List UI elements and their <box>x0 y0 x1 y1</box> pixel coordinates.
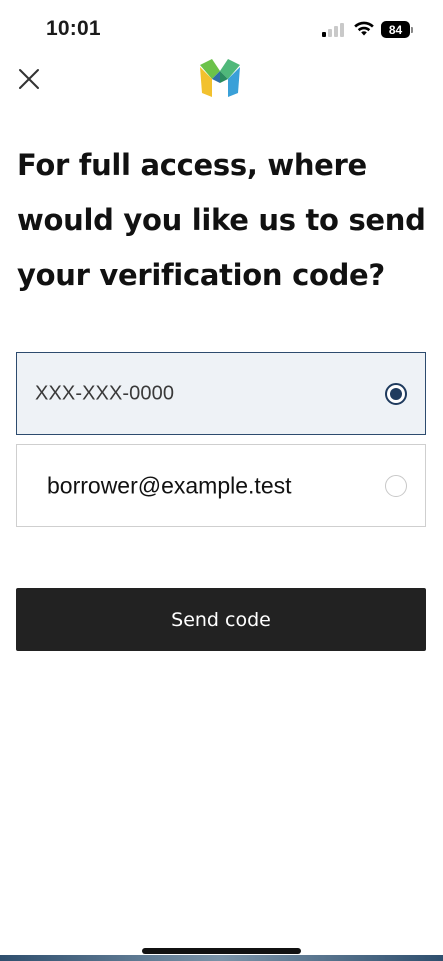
option-email-label: borrower@example.test <box>47 472 292 498</box>
status-time: 10:01 <box>46 17 101 40</box>
radio-email[interactable] <box>385 474 407 497</box>
cellular-signal-icon <box>322 23 348 37</box>
send-code-button[interactable]: Send code <box>16 588 426 651</box>
bottom-strip <box>0 955 443 961</box>
option-phone[interactable]: XXX-XXX-0000 <box>16 352 426 435</box>
battery-level: 84 <box>381 21 410 38</box>
home-indicator[interactable] <box>142 948 301 954</box>
status-bar: 10:01 84 <box>0 0 443 58</box>
radio-phone-selected[interactable] <box>385 382 407 405</box>
option-phone-label: XXX-XXX-0000 <box>35 382 175 404</box>
wifi-icon <box>354 21 374 36</box>
option-email[interactable]: borrower@example.test <box>16 444 426 527</box>
app-logo-icon <box>200 59 240 97</box>
battery-icon: 84 <box>381 21 414 38</box>
page-title: For full access, where would you like us… <box>17 148 426 292</box>
screen: 10:01 84 For full access, where would yo… <box>0 0 443 961</box>
close-icon[interactable] <box>16 66 42 92</box>
